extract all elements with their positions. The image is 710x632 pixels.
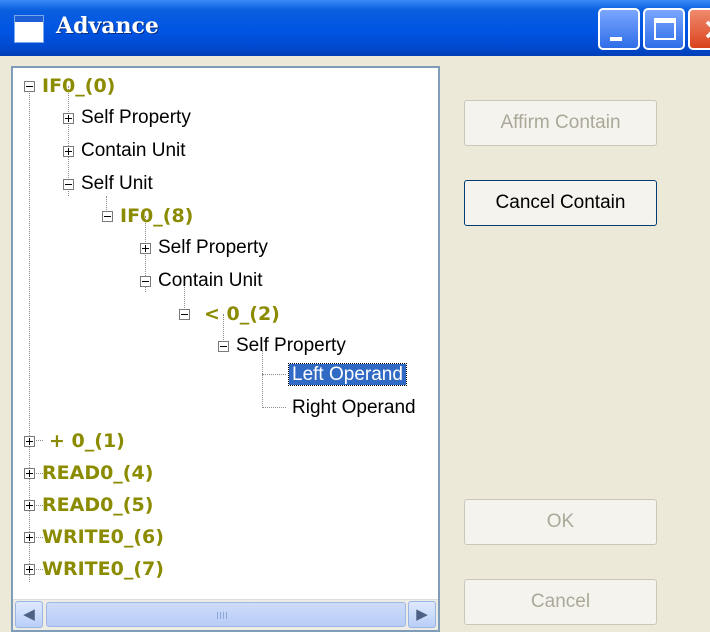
collapse-toggle[interactable]: [140, 276, 151, 287]
tree-node-label-selected: Left Operand: [288, 363, 407, 386]
tree-node-label: IF0_(8): [120, 205, 194, 227]
close-icon: ×: [702, 12, 710, 47]
minimize-icon: [610, 37, 622, 41]
collapse-toggle[interactable]: [63, 179, 74, 190]
maximize-icon: [654, 18, 676, 40]
tree-node[interactable]: Contain Unit: [140, 268, 266, 294]
expand-toggle[interactable]: [63, 113, 74, 124]
tree-node[interactable]: IF0_(8): [102, 203, 196, 229]
tree-line: [262, 407, 286, 408]
scroll-right-button[interactable]: ▶: [408, 601, 436, 628]
tree-node[interactable]: < 0_(2): [179, 301, 283, 327]
tree-node[interactable]: Self Property: [140, 235, 271, 261]
tree-node-label: READ0_(5): [42, 494, 154, 516]
tree-node[interactable]: WRITE0_(6): [24, 524, 167, 550]
chevron-right-icon: ▶: [416, 605, 428, 623]
tree-node[interactable]: + 0_(1): [24, 428, 128, 454]
tree-line: [262, 374, 286, 375]
grip-icon: [217, 612, 227, 619]
tree-node[interactable]: Right Operand: [289, 395, 419, 421]
expand-toggle[interactable]: [24, 564, 35, 575]
collapse-toggle[interactable]: [218, 341, 229, 352]
tree-node-label: Right Operand: [292, 397, 416, 418]
tree-node-label: Contain Unit: [158, 270, 263, 291]
tree-node[interactable]: Contain Unit: [63, 138, 189, 164]
tree-node[interactable]: Self Unit: [63, 171, 156, 197]
chevron-left-icon: ◀: [23, 605, 35, 623]
close-button[interactable]: ×: [688, 8, 710, 50]
tree-node[interactable]: Left Operand: [288, 362, 407, 388]
tree-node-label: WRITE0_(6): [42, 526, 164, 548]
expand-toggle[interactable]: [24, 468, 35, 479]
tree-node[interactable]: READ0_(4): [24, 460, 156, 486]
cancel-contain-button[interactable]: Cancel Contain: [464, 180, 657, 226]
tree-node-label: READ0_(4): [42, 462, 154, 484]
cancel-button[interactable]: Cancel: [464, 579, 657, 625]
tree-node[interactable]: Self Property: [63, 105, 194, 131]
title-bar[interactable]: Advance ×: [0, 0, 710, 56]
affirm-contain-button[interactable]: Affirm Contain: [464, 100, 657, 146]
tree-node-label: IF0_(0): [42, 75, 116, 97]
expand-toggle[interactable]: [24, 532, 35, 543]
tree-node-label: < 0_(2): [204, 303, 280, 325]
expand-toggle[interactable]: [24, 436, 35, 447]
ok-button[interactable]: OK: [464, 499, 657, 545]
expand-toggle[interactable]: [63, 146, 74, 157]
window-icon: [14, 15, 44, 43]
collapse-toggle[interactable]: [24, 81, 35, 92]
tree-node-label: + 0_(1): [49, 430, 125, 452]
tree-node-label: Self Property: [158, 237, 268, 258]
tree-node-label: Self Unit: [81, 173, 153, 194]
tree-node[interactable]: Self Property: [218, 333, 349, 359]
tree-node-label: Contain Unit: [81, 140, 186, 161]
tree-node[interactable]: READ0_(5): [24, 492, 156, 518]
tree-node-label: Self Property: [236, 335, 346, 356]
collapse-toggle[interactable]: [102, 211, 113, 222]
tree-node[interactable]: IF0_(0): [24, 73, 118, 99]
minimize-button[interactable]: [598, 8, 640, 50]
scroll-left-button[interactable]: ◀: [15, 601, 43, 628]
horizontal-scrollbar[interactable]: ◀ ▶: [13, 599, 438, 630]
tree-node-label: WRITE0_(7): [42, 558, 164, 580]
tree-node[interactable]: WRITE0_(7): [24, 556, 167, 582]
window-title: Advance: [56, 13, 159, 39]
collapse-toggle[interactable]: [179, 309, 190, 320]
tree-node-label: Self Property: [81, 107, 191, 128]
expand-toggle[interactable]: [24, 500, 35, 511]
maximize-button[interactable]: [643, 8, 685, 50]
scroll-thumb[interactable]: [46, 602, 406, 627]
expand-toggle[interactable]: [140, 243, 151, 254]
tree-view[interactable]: IF0_(0) Self Property Contain Unit Self …: [11, 66, 440, 632]
